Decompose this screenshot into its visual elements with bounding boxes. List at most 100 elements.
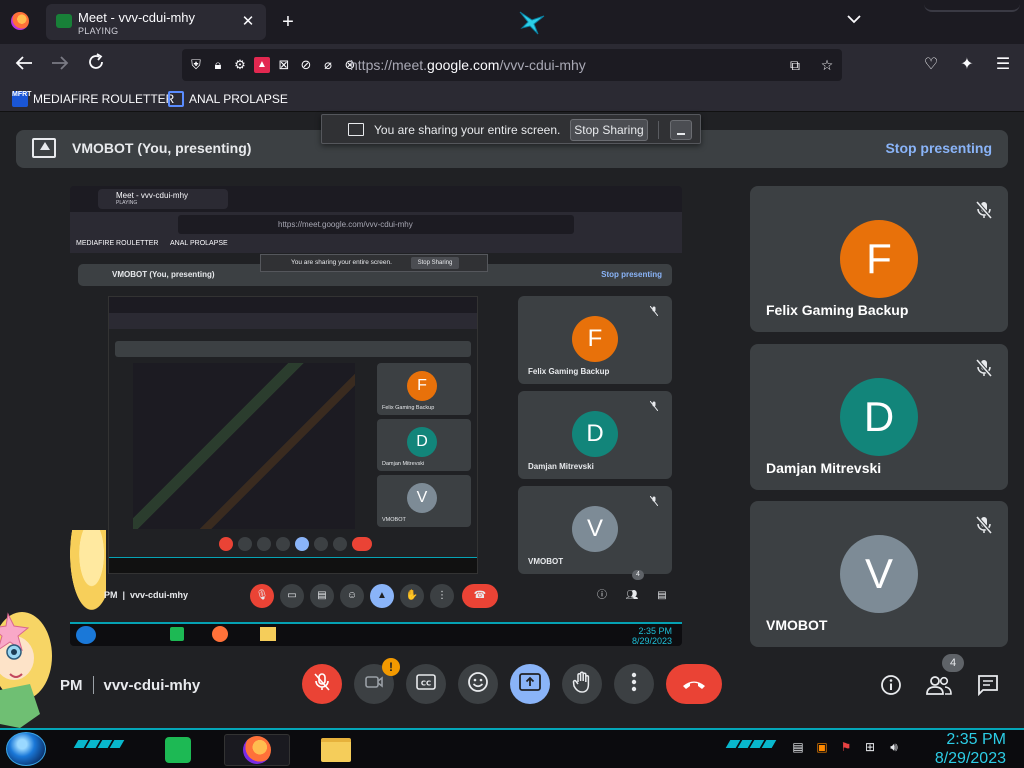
extensions-icon[interactable]: ✦ — [958, 54, 976, 76]
screen-share-preview: Meet - vvv-cdui-mhy PLAYING https://meet… — [70, 186, 682, 646]
reactions-button[interactable] — [458, 664, 498, 704]
taskbar-firefox[interactable] — [224, 734, 290, 766]
raise-hand-button[interactable] — [562, 664, 602, 704]
preview-bookmark-prolapse: ANAL PROLAPSE — [170, 240, 228, 247]
preview-sharing-text: You are sharing your entire screen. — [291, 259, 392, 266]
permissions-icon[interactable]: ⚙ — [232, 57, 248, 73]
preview-people-icon: 👥︎ — [625, 590, 639, 601]
hamburger-menu-icon[interactable]: ☰ — [994, 54, 1012, 76]
window-controls — [914, 0, 1024, 14]
participant-tile-damjan[interactable]: D Damjan Mitrevski — [750, 344, 1008, 490]
participant-tile-vmobot[interactable]: V VMOBOT — [750, 501, 1008, 647]
more-vert-icon — [631, 672, 637, 697]
preview-avatar: V — [572, 506, 618, 552]
preview-firefox-icon — [212, 626, 228, 642]
pocket-icon[interactable]: ♡ — [922, 54, 940, 76]
preview-avatar: D — [572, 411, 618, 457]
meeting-code: vvv-cdui-mhy — [103, 676, 201, 694]
taskbar-clock[interactable]: 2:35 PM 8/29/2023 — [935, 730, 1006, 768]
chat-icon[interactable] — [975, 672, 1001, 698]
meet-favicon-icon — [56, 14, 72, 28]
browser-nav-bar: ⛨ 🔒︎ ⚙ ▲ ⊠ ⊘ ⌀ ⊗ https://meet.google.com… — [0, 44, 1024, 86]
reload-icon[interactable] — [84, 53, 108, 77]
share-screen-icon — [348, 123, 364, 136]
picture-in-picture-icon[interactable]: ⧉ — [786, 56, 804, 74]
bookmark-label: MEDIAFIRE ROULETTER — [33, 92, 175, 106]
mediafire-icon: MFRT — [12, 91, 31, 107]
divider — [92, 676, 94, 694]
url-bar[interactable]: ⛨ 🔒︎ ⚙ ▲ ⊠ ⊘ ⌀ ⊗ https://meet.google.com… — [182, 49, 842, 81]
action-center-icon[interactable]: ⚑ — [838, 740, 854, 756]
preview-people-count: 4 — [632, 570, 644, 580]
camera-toggle-button[interactable]: ! — [354, 658, 400, 704]
emoji-icon — [467, 671, 489, 698]
preview-end-call-button: ☎ — [462, 584, 498, 608]
preview-name: Damjan Mitrevski — [528, 462, 594, 471]
preview-controls: PM | vvv-cdui-mhy 🎙︎ ▭ ▤ ☺ ▲ ✋ ⋮ ☎ ⓘ 👥︎ … — [70, 570, 682, 610]
hide-banner-button[interactable] — [670, 120, 692, 140]
preview-stop-sharing: Stop Sharing — [411, 257, 459, 269]
camera-off-icon — [364, 674, 384, 695]
stop-presenting-button[interactable]: Stop presenting — [885, 140, 992, 156]
preview-tile-felix: F Felix Gaming Backup — [518, 296, 672, 384]
avatar: F — [840, 220, 918, 298]
preview-mic-off-icon — [649, 400, 660, 412]
tab-title: Meet - vvv-cdui-mhy — [78, 10, 196, 25]
tab-meet[interactable]: Meet - vvv-cdui-mhy PLAYING ✕ — [46, 4, 266, 40]
people-icon[interactable] — [926, 672, 952, 698]
bookmark-mediafire[interactable]: MFRT MEDIAFIRE ROULETTER — [12, 90, 174, 108]
lock-icon[interactable]: 🔒︎ — [210, 57, 226, 73]
network-icon[interactable]: ⊞ — [862, 740, 878, 756]
nested-controls — [119, 537, 469, 553]
leave-call-button[interactable] — [666, 664, 722, 704]
app-tray-icon[interactable]: ▣ — [814, 740, 830, 756]
people-count-badge: 4 — [942, 654, 964, 672]
preview-spotify-icon — [170, 627, 184, 641]
avatar: D — [840, 378, 918, 456]
star-butterfly-character — [0, 612, 52, 728]
firefox-icon[interactable] — [11, 12, 29, 30]
show-hidden-icons-icon[interactable]: ▤ — [790, 740, 806, 756]
mic-blocked-icon[interactable]: ⌀ — [320, 57, 336, 73]
spotify-icon — [165, 737, 191, 763]
new-tab-button[interactable]: + — [276, 10, 300, 34]
mic-toggle-button[interactable] — [302, 664, 342, 704]
tab-close-icon[interactable]: ✕ — [238, 12, 258, 32]
taskbar-spotify[interactable] — [158, 734, 198, 766]
camera-blocked-icon[interactable]: ⊠ — [276, 57, 292, 73]
present-now-button[interactable] — [510, 664, 550, 704]
bookmark-star-icon[interactable]: ☆ — [818, 56, 836, 74]
preview-bookmark-mediafire: MEDIAFIRE ROULETTER — [76, 240, 159, 247]
stop-sharing-button[interactable]: Stop Sharing — [570, 119, 648, 141]
sharing-text: You are sharing your entire screen. — [374, 123, 561, 137]
preview-present-button: ▲ — [370, 584, 394, 608]
captions-button[interactable]: CC — [406, 664, 446, 704]
back-arrow-icon[interactable] — [12, 53, 36, 77]
list-all-tabs-chevron-icon[interactable] — [844, 12, 864, 32]
preview-name: VMOBOT — [528, 557, 564, 566]
screen-share-indicator-icon[interactable]: ▲ — [254, 57, 270, 73]
more-options-button[interactable] — [614, 664, 654, 704]
volume-icon[interactable]: 🔊︎ — [886, 740, 902, 756]
participant-name: VMOBOT — [766, 617, 828, 633]
nested-name: VMOBOT — [382, 517, 406, 523]
bookmark-prolapse[interactable]: ANAL PROLAPSE — [168, 90, 288, 108]
autoplay-blocked-icon[interactable]: ⊘ — [298, 57, 314, 73]
meeting-details-icon[interactable] — [878, 672, 904, 698]
preview-chat-icon: ▤ — [657, 590, 667, 601]
participant-tile-felix[interactable]: F Felix Gaming Backup — [750, 186, 1008, 332]
nested-avatar: D — [407, 427, 437, 457]
preview-presenting-title: VMOBOT (You, presenting) — [112, 270, 215, 279]
present-screen-icon — [519, 672, 541, 696]
closed-captions-icon: CC — [416, 673, 436, 695]
bookmarks-bar: MFRT MEDIAFIRE ROULETTER ANAL PROLAPSE — [0, 86, 1024, 112]
forward-arrow-icon[interactable] — [48, 53, 72, 77]
preview-tile-vmobot: V VMOBOT — [518, 486, 672, 574]
taskbar-file-explorer[interactable] — [316, 734, 356, 766]
start-button[interactable] — [6, 732, 46, 766]
nested-tile-vmobot: V VMOBOT — [377, 475, 471, 527]
url-actions: ⧉ ☆ — [786, 56, 836, 74]
clock-time: 2:35 PM — [946, 731, 1006, 748]
preview-avatar: F — [572, 316, 618, 362]
shield-icon[interactable]: ⛨ — [188, 57, 204, 73]
